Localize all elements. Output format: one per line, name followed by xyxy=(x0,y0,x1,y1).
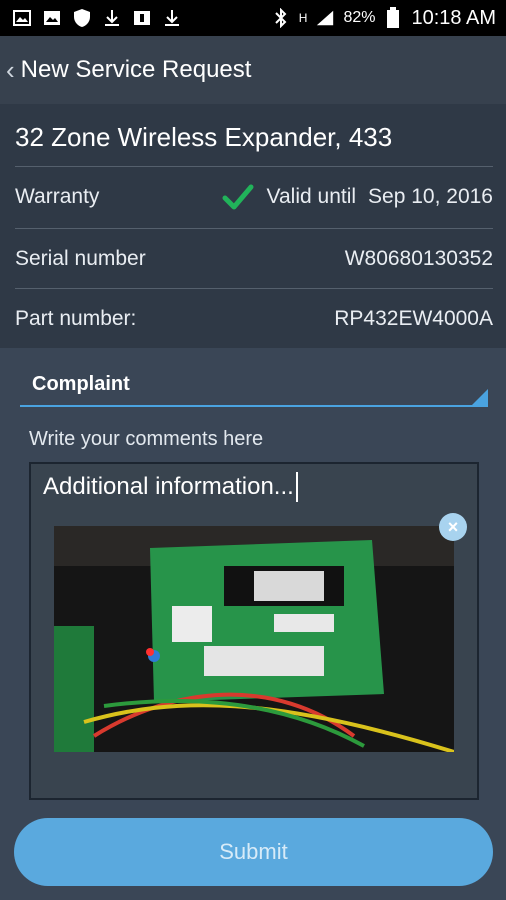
action-bar: ‹ New Service Request xyxy=(0,36,506,104)
warranty-date: Sep 10, 2016 xyxy=(368,185,493,208)
clock: 10:18 AM xyxy=(411,6,496,29)
comments-label: Write your comments here xyxy=(29,428,264,450)
serial-value: W80680130352 xyxy=(344,247,493,270)
battery-percent: 82% xyxy=(343,9,376,26)
check-icon xyxy=(222,184,254,210)
comments-text-line: Additional information... xyxy=(43,472,298,502)
warranty-status: Valid until xyxy=(266,185,357,208)
status-bar: H 82% 10:18 AM xyxy=(0,0,506,36)
battery-icon xyxy=(383,7,403,28)
download-icon xyxy=(162,8,182,28)
product-info-panel: 32 Zone Wireless Expander, 433 Warranty … xyxy=(0,104,506,348)
download-icon xyxy=(102,8,122,28)
dropdown-triangle-icon xyxy=(472,389,488,405)
attached-photo[interactable] xyxy=(54,526,454,752)
warranty-row: Warranty Valid until Sep 10, 2016 xyxy=(15,166,493,227)
shield-icon xyxy=(72,8,92,28)
complaint-dropdown[interactable]: Complaint xyxy=(20,365,488,407)
comments-text: Additional information... xyxy=(43,473,294,500)
network-type: H xyxy=(298,11,308,25)
text-cursor xyxy=(295,472,298,502)
flipboard-icon xyxy=(132,8,152,28)
signal-icon xyxy=(315,8,335,28)
warranty-label: Warranty xyxy=(15,185,100,208)
photo-app-icon xyxy=(12,8,32,28)
part-row: Part number: RP432EW4000A xyxy=(15,288,493,349)
back-chevron-icon[interactable]: ‹ xyxy=(0,55,21,86)
part-value: RP432EW4000A xyxy=(334,307,493,330)
submit-button[interactable]: Submit xyxy=(14,818,493,886)
serial-label: Serial number xyxy=(15,247,146,270)
product-name: 32 Zone Wireless Expander, 433 xyxy=(15,122,393,152)
bluetooth-icon xyxy=(271,8,291,28)
complaint-label: Complaint xyxy=(32,373,130,395)
page-title[interactable]: New Service Request xyxy=(21,56,252,84)
gallery-icon xyxy=(42,8,62,28)
serial-row: Serial number W80680130352 xyxy=(15,228,493,289)
part-label: Part number: xyxy=(15,307,137,330)
remove-photo-icon[interactable]: × xyxy=(439,513,467,541)
comments-textarea[interactable]: Additional information... × xyxy=(29,462,479,800)
